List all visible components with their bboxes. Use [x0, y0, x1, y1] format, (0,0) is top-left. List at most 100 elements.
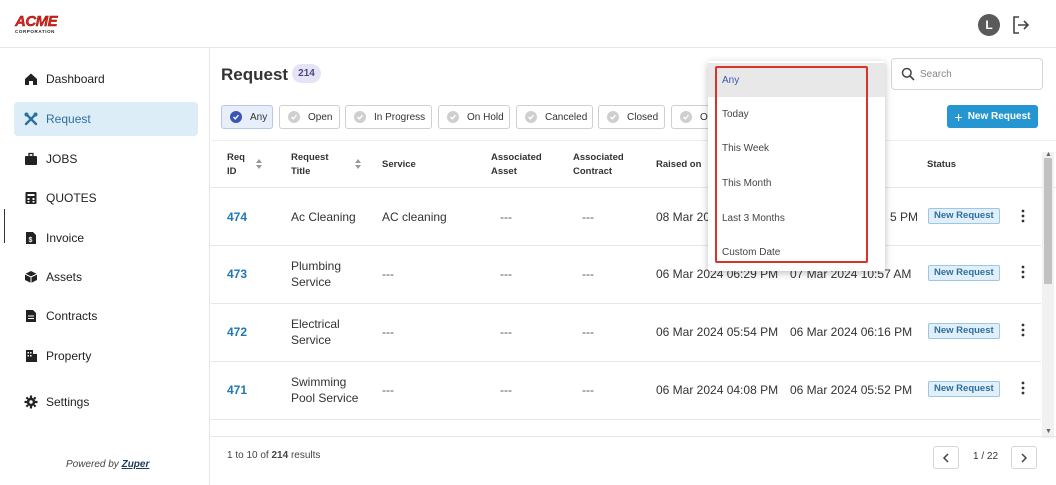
sort-icon[interactable] — [354, 158, 362, 170]
request-title: Plumbing Service — [291, 258, 341, 290]
title-line: Service — [291, 275, 332, 289]
scroll-thumb[interactable] — [1044, 158, 1052, 284]
search-input[interactable] — [920, 65, 1036, 83]
sidebar-item-assets[interactable]: Assets — [14, 260, 198, 294]
prev-page-button[interactable] — [933, 446, 959, 469]
scroll-down-icon[interactable]: ▼ — [1045, 428, 1052, 435]
results-start: 1 — [227, 450, 233, 461]
kebab-menu-icon[interactable] — [1019, 381, 1027, 395]
sidebar-item-settings[interactable]: Settings — [14, 385, 198, 419]
filter-chip-open[interactable]: Open — [279, 105, 340, 129]
sidebar-item-request[interactable]: Request — [14, 102, 198, 136]
document-icon — [24, 309, 38, 323]
user-avatar[interactable]: L — [978, 14, 1000, 36]
title-line: Service — [291, 333, 332, 347]
dropdown-option-custom-date[interactable]: Custom Date — [708, 235, 885, 269]
table-row[interactable]: 471 Swimming Pool Service --- --- --- 06… — [211, 362, 1041, 420]
sidebar-item-quotes[interactable]: QUOTES — [14, 181, 198, 215]
raised-on-cell: 08 Mar 20 — [656, 210, 711, 224]
request-title: Swimming Pool Service — [291, 374, 358, 406]
title-line: Plumbing — [291, 259, 342, 273]
check-circle-icon — [607, 111, 619, 123]
asset-cell: --- — [500, 383, 512, 397]
side-marker — [4, 209, 5, 243]
search-icon — [901, 67, 915, 81]
status-badge: New Request — [928, 323, 1000, 339]
check-circle-icon — [230, 111, 242, 123]
table-row[interactable]: 472 Electrical Service --- --- --- 06 Ma… — [211, 304, 1041, 362]
results-summary: 1 to 10 of 214 results — [227, 450, 320, 461]
request-id-link[interactable]: 473 — [227, 266, 247, 282]
table-header: Req ID Request Title Service Associated … — [211, 140, 1056, 188]
dropdown-option-any[interactable]: Any — [708, 63, 885, 97]
sidebar-item-invoice[interactable]: $ Invoice — [14, 221, 198, 255]
logout-icon[interactable] — [1010, 14, 1032, 36]
sidebar-item-property[interactable]: Property — [14, 339, 198, 373]
filter-chip-closed[interactable]: Closed — [598, 105, 665, 129]
status-badge: New Request — [928, 208, 1000, 224]
scroll-up-icon[interactable]: ▲ — [1045, 151, 1052, 158]
kebab-menu-icon[interactable] — [1019, 265, 1027, 279]
next-page-button[interactable] — [1011, 446, 1037, 469]
sidebar-item-dashboard[interactable]: Dashboard — [14, 62, 198, 96]
check-circle-icon — [680, 111, 692, 123]
sidebar-item-jobs[interactable]: JOBS — [14, 142, 198, 176]
column-header-request-title[interactable]: Request Title — [291, 151, 328, 179]
results-end: 10 — [246, 450, 258, 461]
table-scrollbar[interactable]: ▲ ▼ — [1042, 151, 1054, 438]
request-title: Electrical Service — [291, 316, 340, 348]
column-header-associated-contract: Associated Contract — [573, 151, 624, 179]
filter-chip-on-hold[interactable]: On Hold — [438, 105, 510, 129]
filter-chip-any[interactable]: Any — [221, 105, 273, 129]
filter-chip-canceled[interactable]: Canceled — [516, 105, 593, 129]
new-request-button[interactable]: + New Request — [947, 105, 1038, 128]
building-icon — [24, 349, 38, 363]
asset-cell: --- — [500, 267, 512, 281]
contract-cell: --- — [582, 210, 594, 224]
filter-chip-in-progress[interactable]: In Progress — [345, 105, 432, 129]
gear-icon — [24, 395, 38, 409]
top-bar: ACME CORPORATION L — [0, 0, 1056, 48]
header-text: Contract — [573, 166, 613, 177]
asset-cell: --- — [500, 210, 512, 224]
kebab-menu-icon[interactable] — [1019, 209, 1027, 223]
kebab-menu-icon[interactable] — [1019, 323, 1027, 337]
table-row[interactable]: 473 Plumbing Service --- --- --- 06 Mar … — [211, 246, 1041, 304]
main-content: Request 214 Any Open In Progress — [211, 48, 1056, 485]
title-line: Swimming — [291, 375, 347, 389]
acme-logo[interactable]: ACME CORPORATION — [15, 14, 67, 38]
service-cell: AC cleaning — [382, 210, 447, 224]
status-badge: New Request — [928, 381, 1000, 397]
filter-chip-label: Closed — [627, 111, 659, 123]
results-of: of — [260, 450, 269, 461]
sidebar-item-label: Settings — [46, 395, 90, 409]
search-box[interactable] — [891, 58, 1043, 90]
table-row[interactable]: 474 Ac Cleaning AC cleaning --- --- 08 M… — [211, 188, 1041, 246]
column-header-req-id[interactable]: Req ID — [227, 151, 245, 179]
contract-cell: --- — [582, 383, 594, 397]
request-id-link[interactable]: 472 — [227, 324, 247, 340]
header-text: Associated — [491, 152, 542, 163]
sidebar: Dashboard Request JOBS QUOTES $ Invoice — [0, 48, 210, 485]
dropdown-option-today[interactable]: Today — [708, 97, 885, 131]
dropdown-option-this-month[interactable]: This Month — [708, 166, 885, 200]
filter-chip-label: On Hold — [467, 111, 504, 123]
sidebar-item-label: Dashboard — [46, 72, 105, 86]
dropdown-option-last-3-months[interactable]: Last 3 Months — [708, 201, 885, 235]
sidebar-item-contracts[interactable]: Contracts — [14, 299, 198, 333]
sidebar-item-label: Invoice — [46, 231, 85, 245]
tools-icon — [24, 112, 38, 126]
results-to: to — [235, 450, 244, 461]
results-suffix: results — [290, 450, 321, 461]
request-id-link[interactable]: 474 — [227, 209, 247, 225]
sidebar-item-label: Property — [46, 349, 92, 363]
sidebar-item-label: JOBS — [46, 152, 78, 166]
powered-brand-link[interactable]: Zuper — [122, 459, 150, 470]
raised-on-cell: 06 Mar 2024 04:08 PM — [656, 383, 779, 397]
sort-icon[interactable] — [255, 158, 263, 170]
request-id-link[interactable]: 471 — [227, 382, 247, 398]
service-cell: --- — [382, 383, 394, 397]
dropdown-option-this-week[interactable]: This Week — [708, 131, 885, 165]
updated-cell: 06 Mar 2024 06:16 PM — [790, 325, 913, 339]
powered-prefix: Powered by — [66, 459, 119, 470]
